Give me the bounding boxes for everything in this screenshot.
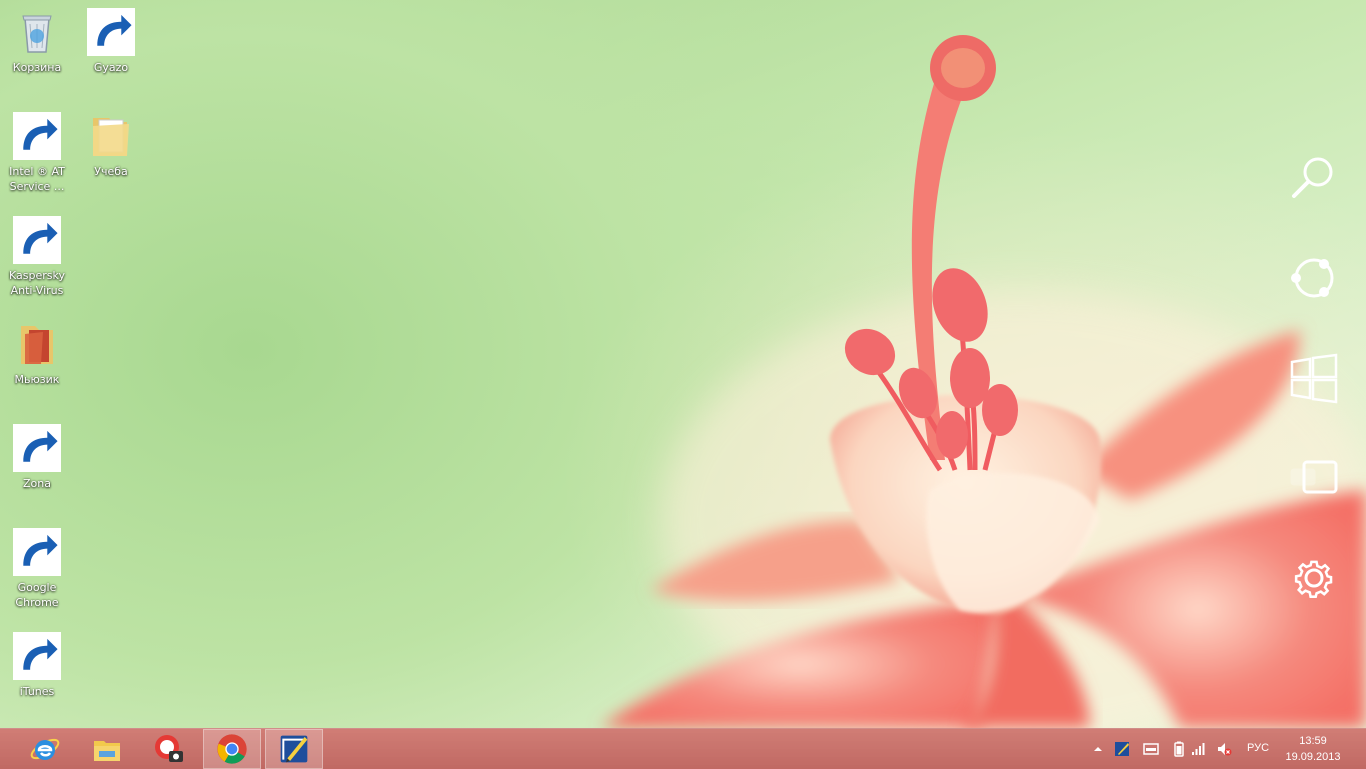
desktop-icon-gyazo[interactable]: Gyazo [74,6,148,106]
volume-muted-icon [1218,743,1232,756]
charm-share[interactable] [1286,250,1342,306]
gyazo-tray-icon [1115,742,1129,756]
taskbar-button-gyazo[interactable] [265,729,323,769]
taskbar-button-google-chrome[interactable] [203,729,261,769]
shortcut-arrow-icon [13,528,61,576]
screenshot-app-icon [155,735,183,762]
desktop-icon-google-chrome[interactable]: Google Chrome [0,526,74,626]
charm-devices[interactable] [1286,450,1342,506]
taskbar-button-internet-explorer[interactable] [16,729,74,769]
recycle-bin-icon [22,15,52,53]
display-icon [1143,743,1159,755]
tray-volume[interactable] [1216,729,1234,769]
charm-start[interactable] [1286,350,1342,406]
folder-icon [93,118,129,156]
ie-icon [30,738,60,760]
desktop-icon-kaspersky[interactable]: Kaspersky Anti-Virus [0,214,74,314]
tray-display[interactable] [1143,729,1161,769]
desktop-icon-zona[interactable]: Zona [0,422,74,522]
devices-icon [1290,460,1338,494]
desktop-icon-recycle-bin[interactable]: Корзина [0,6,74,106]
language-indicator[interactable]: РУС [1247,742,1269,754]
desktop-icon-label: iTunes [19,685,55,698]
desktop-icon-study-folder[interactable]: Учеба [74,110,148,210]
windows-start-icon [1290,353,1338,404]
show-hidden-icons-icon [1094,747,1102,751]
desktop-icon-label: Учеба [94,165,128,178]
wallpaper-flower-image [600,35,1366,728]
gyazo-icon [280,735,308,763]
battery-icon [1174,741,1184,757]
desktop-icon-label: Intel ® AT Service ... [9,165,65,193]
desktop-icon-label: Zona [23,477,51,490]
shortcut-arrow-icon [13,216,61,264]
show-hidden-icons-button[interactable] [1090,729,1106,769]
desktop-icon-label: Kaspersky Anti-Virus [9,269,65,297]
search-icon [1292,157,1333,198]
desktop-icon-intel-at[interactable]: intel Intel ® AT Service ... [0,110,74,210]
shortcut-arrow-icon [13,112,61,160]
tray-battery[interactable] [1171,729,1185,769]
desktop-icon-label: Корзина [12,61,62,74]
clock-date: 19.09.2013 [1285,751,1341,763]
file-explorer-icon [94,741,120,761]
tray-network[interactable] [1191,729,1209,769]
desktop-icon-label: Google Chrome [15,581,59,609]
taskbar: РУС 13:59 19.09.2013 [0,728,1366,769]
charm-search[interactable] [1286,150,1342,206]
shortcut-arrow-icon [13,632,61,680]
shortcut-arrow-icon [87,8,135,56]
clock[interactable]: 13:59 19.09.2013 [1280,729,1346,769]
taskbar-button-file-explorer[interactable] [78,729,136,769]
network-signal-icon [1192,743,1205,755]
desktop[interactable]: Корзина Gyazo intel [0,0,1366,728]
shortcut-arrow-icon [13,424,61,472]
charm-settings[interactable] [1286,550,1342,606]
folder-music-icon [21,326,53,364]
desktop-icon-itunes[interactable]: iTunes [0,630,74,728]
chrome-icon [217,734,247,764]
desktop-icon-label: Мьюзик [14,373,60,386]
taskbar-button-screenshot-app[interactable] [140,729,198,769]
share-icon [1291,258,1334,298]
desktop-icon-label: Gyazo [93,61,129,74]
tray-gyazo[interactable] [1114,729,1132,769]
desktop-icon-music-folder[interactable]: Мьюзик [0,318,74,418]
gear-icon [1294,560,1333,598]
clock-time: 13:59 [1299,735,1327,747]
